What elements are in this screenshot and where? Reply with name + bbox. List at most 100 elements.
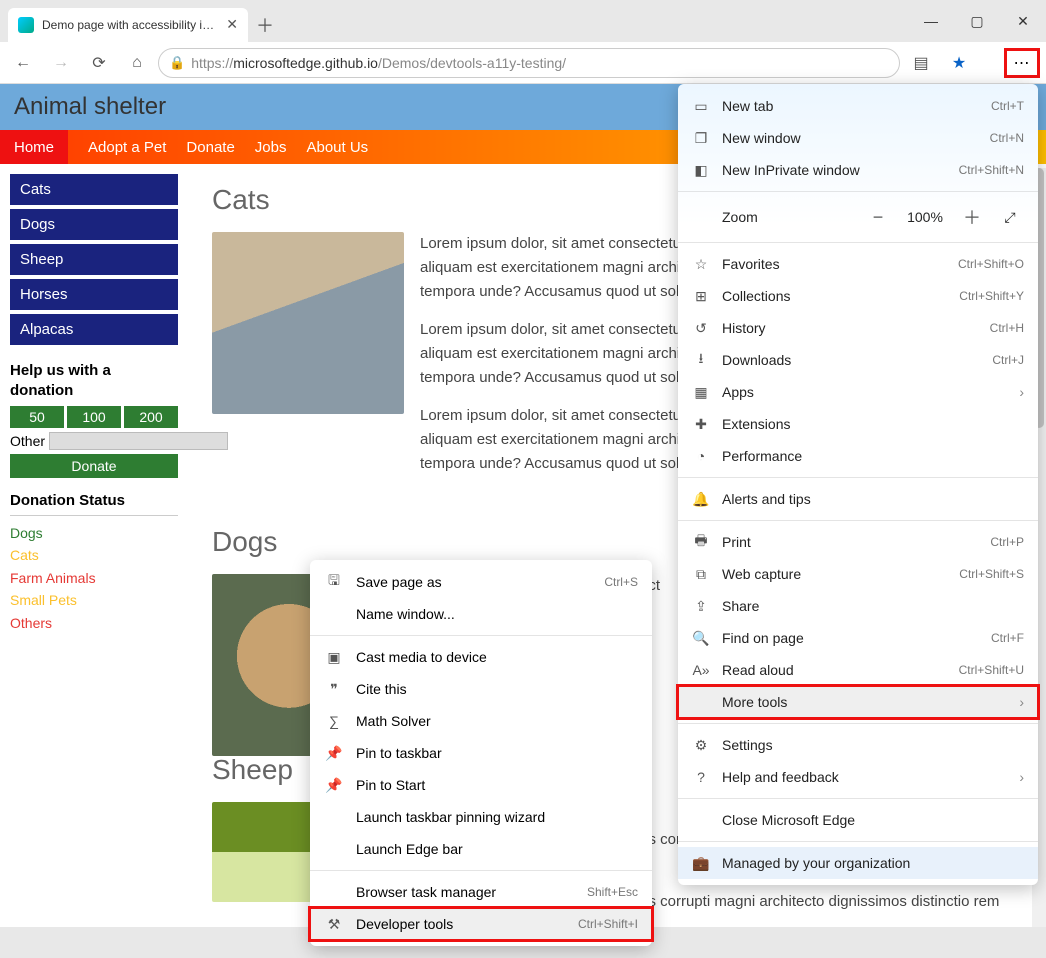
pin-icon: 📌	[324, 745, 344, 762]
tab-title: Demo page with accessibility iss…	[42, 18, 218, 32]
nav-about[interactable]: About Us	[306, 139, 368, 156]
menu-more-tools[interactable]: More tools›	[678, 686, 1038, 718]
menu-share[interactable]: ⇪Share	[678, 590, 1038, 622]
status-dogs: Dogs	[10, 522, 178, 544]
fullscreen-button[interactable]: ⤢	[996, 209, 1024, 226]
status-farm: Farm Animals	[10, 567, 178, 589]
new-window-icon: ❐	[692, 130, 710, 147]
sub-cast[interactable]: ▣Cast media to device	[310, 641, 652, 673]
cite-icon: ❞	[324, 681, 344, 698]
close-tab-icon[interactable]: ✕	[226, 16, 238, 33]
menu-inprivate[interactable]: ◧New InPrivate windowCtrl+Shift+N	[678, 154, 1038, 186]
status-cats: Cats	[10, 544, 178, 566]
math-icon: ∑	[324, 713, 344, 729]
share-icon: ⇪	[692, 598, 710, 615]
sub-pinning-wizard[interactable]: Launch taskbar pinning wizard	[310, 801, 652, 833]
help-icon: ?	[692, 769, 710, 785]
menu-apps[interactable]: ▦Apps›	[678, 376, 1038, 408]
maximize-button[interactable]: ▢	[954, 4, 1000, 38]
sidebar-item-alpacas[interactable]: Alpacas	[10, 314, 178, 345]
address-bar[interactable]: 🔒 https://microsoftedge.github.io/Demos/…	[158, 48, 900, 78]
donate-200[interactable]: 200	[124, 406, 178, 428]
sidebar-item-sheep[interactable]: Sheep	[10, 244, 178, 275]
settings-and-more-button[interactable]: ⋯	[1004, 48, 1040, 78]
window-controls: — ▢ ✕	[908, 4, 1046, 38]
menu-favorites[interactable]: ☆FavoritesCtrl+Shift+O	[678, 248, 1038, 280]
save-icon: 🖫	[324, 570, 344, 594]
chevron-right-icon: ›	[1019, 384, 1024, 400]
close-window-button[interactable]: ✕	[1000, 4, 1046, 38]
print-icon: 🖶	[692, 530, 710, 554]
url-text: https://microsoftedge.github.io/Demos/de…	[191, 55, 566, 71]
settings-menu: ▭New tabCtrl+T ❐New windowCtrl+N ◧New In…	[678, 84, 1038, 885]
performance-icon: ◔	[692, 448, 710, 464]
menu-zoom: Zoom − 100% ＋ ⤢	[678, 197, 1038, 237]
history-icon: ↺	[692, 320, 710, 337]
browser-tab[interactable]: Demo page with accessibility iss… ✕	[8, 8, 248, 42]
menu-read-aloud[interactable]: A»Read aloudCtrl+Shift+U	[678, 654, 1038, 686]
sub-task-manager[interactable]: Browser task managerShift+Esc	[310, 876, 652, 908]
menu-extensions[interactable]: ✚Extensions	[678, 408, 1038, 440]
new-tab-icon: ▭	[692, 98, 710, 115]
other-label: Other	[10, 433, 45, 449]
donate-50[interactable]: 50	[10, 406, 64, 428]
more-tools-submenu: 🖫Save page asCtrl+S Name window... ▣Cast…	[310, 560, 652, 946]
favorite-star-icon[interactable]: ★	[942, 46, 976, 80]
reading-view-icon[interactable]: ▤	[904, 46, 938, 80]
menu-web-capture[interactable]: ⧉Web captureCtrl+Shift+S	[678, 558, 1038, 590]
menu-collections[interactable]: ⊞CollectionsCtrl+Shift+Y	[678, 280, 1038, 312]
forward-button[interactable]: →	[44, 46, 78, 80]
zoom-in-button[interactable]: ＋	[958, 204, 986, 230]
sidebar-item-horses[interactable]: Horses	[10, 279, 178, 310]
sub-math[interactable]: ∑Math Solver	[310, 705, 652, 737]
menu-managed[interactable]: 💼Managed by your organization	[678, 847, 1038, 879]
status-others: Others	[10, 612, 178, 634]
sheep-image	[212, 802, 312, 902]
capture-icon: ⧉	[692, 566, 710, 583]
sidebar: Cats Dogs Sheep Horses Alpacas Help us w…	[0, 164, 188, 958]
zoom-out-button[interactable]: −	[864, 207, 892, 228]
nav-jobs[interactable]: Jobs	[255, 139, 287, 156]
bell-icon: 🔔	[692, 491, 710, 508]
favorites-icon: ☆	[692, 256, 710, 273]
menu-settings[interactable]: ⚙Settings	[678, 729, 1038, 761]
menu-new-tab[interactable]: ▭New tabCtrl+T	[678, 90, 1038, 122]
titlebar: Demo page with accessibility iss… ✕ ＋ — …	[0, 0, 1046, 42]
menu-close-edge[interactable]: Close Microsoft Edge	[678, 804, 1038, 836]
menu-history[interactable]: ↺HistoryCtrl+H	[678, 312, 1038, 344]
chevron-right-icon: ›	[1019, 694, 1024, 710]
menu-print[interactable]: 🖶PrintCtrl+P	[678, 526, 1038, 558]
menu-help[interactable]: ?Help and feedback›	[678, 761, 1038, 793]
sub-developer-tools[interactable]: ⚒Developer toolsCtrl+Shift+I	[310, 908, 652, 940]
donate-button[interactable]: Donate	[10, 454, 178, 478]
sub-cite[interactable]: ❞Cite this	[310, 673, 652, 705]
collections-icon: ⊞	[692, 288, 710, 305]
menu-new-window[interactable]: ❐New windowCtrl+N	[678, 122, 1038, 154]
sidebar-item-cats[interactable]: Cats	[10, 174, 178, 205]
menu-downloads[interactable]: ⭳DownloadsCtrl+J	[678, 344, 1038, 376]
downloads-icon: ⭳	[692, 348, 710, 372]
sub-pin-taskbar[interactable]: 📌Pin to taskbar	[310, 737, 652, 769]
refresh-button[interactable]: ⟳	[82, 46, 116, 80]
home-button[interactable]: ⌂	[120, 46, 154, 80]
sub-pin-start[interactable]: 📌Pin to Start	[310, 769, 652, 801]
sub-edge-bar[interactable]: Launch Edge bar	[310, 833, 652, 865]
donate-100[interactable]: 100	[67, 406, 121, 428]
menu-performance[interactable]: ◔Performance	[678, 440, 1038, 472]
read-aloud-icon: A»	[692, 662, 710, 678]
sub-save-page[interactable]: 🖫Save page asCtrl+S	[310, 566, 652, 598]
sub-name-window[interactable]: Name window...	[310, 598, 652, 630]
favicon-icon	[18, 17, 34, 33]
menu-alerts[interactable]: 🔔Alerts and tips	[678, 483, 1038, 515]
new-tab-button[interactable]: ＋	[248, 8, 282, 42]
nav-donate[interactable]: Donate	[186, 139, 234, 156]
sidebar-item-dogs[interactable]: Dogs	[10, 209, 178, 240]
nav-home[interactable]: Home	[0, 130, 68, 164]
inprivate-icon: ◧	[692, 162, 710, 179]
chevron-right-icon: ›	[1019, 769, 1024, 785]
back-button[interactable]: ←	[6, 46, 40, 80]
minimize-button[interactable]: —	[908, 4, 954, 38]
extensions-icon: ✚	[692, 416, 710, 433]
nav-adopt[interactable]: Adopt a Pet	[88, 139, 166, 156]
menu-find[interactable]: 🔍Find on pageCtrl+F	[678, 622, 1038, 654]
